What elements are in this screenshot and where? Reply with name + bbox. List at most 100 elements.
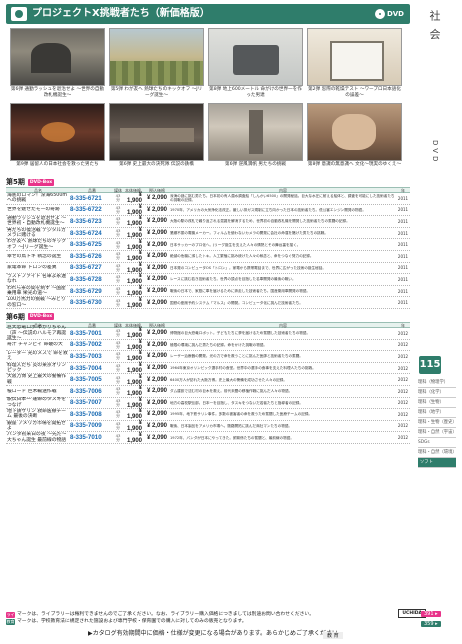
tax-price: ¥ 2,090 <box>146 264 167 271</box>
release-year: 2012 <box>397 435 409 441</box>
photo-caption: 第2弾 窓際の乾燥テスト ～ワープロ日本語化の誤差～ <box>308 87 401 98</box>
product-description: 地方の高校駅伝部。日本一を目指し、タスキをつないだ若者たちと指導者の記録。 <box>170 400 303 405</box>
base-price: ¥ 1,900 <box>126 396 142 409</box>
page-ref-b[interactable]: 359 ▸ <box>421 621 441 627</box>
product-code[interactable]: 8-335-6730 <box>70 299 114 306</box>
product-description: レースに挑む若き技術者たち。世界の頂点を目指した名車開発の最後の戦い。 <box>170 277 296 282</box>
base-price: ¥ 1,900 <box>126 373 142 386</box>
dvd-badge: DVD <box>374 8 404 20</box>
footnote-edu: 教育 マークは、学校教育法に規定された施設および専門学校・保育園での購入に対しての… <box>6 618 247 625</box>
tax-price: ¥ 2,090 <box>146 276 167 283</box>
base-price: ¥ 1,900 <box>126 273 142 286</box>
product-code[interactable]: 8-335-7009 <box>70 422 114 429</box>
photo-caption: 第8弾 地上600メートル 命がけの世界一を作った男達 <box>209 87 302 98</box>
product-code[interactable]: 8-335-7008 <box>70 411 114 418</box>
product-code[interactable]: 8-335-6723 <box>70 218 114 225</box>
release-year: 2011 <box>397 218 409 224</box>
media-info: 43分 <box>115 409 121 419</box>
side-nav-item[interactable]: 理科・生物（歴史） <box>418 418 457 428</box>
side-nav: 理科（物理学） 理科（化学） 理科（生物） 理科（地学） 理科・生物（歴史） 理科・自然（… <box>418 378 457 468</box>
tax-price: ¥ 2,090 <box>146 288 167 295</box>
product-code[interactable]: 8-335-6728 <box>70 276 114 283</box>
media-info: 43分 <box>115 432 121 442</box>
product-title: われら茶の間を制す ～国産乗用車 栄光の道～ <box>7 285 66 297</box>
product-title: 通勤ラッシュを退治せよ ～世界初・自動改札機誕生～ <box>7 216 67 227</box>
product-code[interactable]: 8-335-7007 <box>70 399 114 406</box>
side-nav-item[interactable]: 理科・自然（環境） <box>418 448 457 458</box>
product-code[interactable]: 8-335-7002 <box>70 341 114 348</box>
tax-price: ¥ 2,090 <box>146 230 167 237</box>
product-description: 極限の環境に挑んだ男たちの記録。命をかけた挑戦の物語。 <box>170 342 268 347</box>
table-row: レーダー 光のメスで 命を救え 8-335-7003 43分 ¥ 1,900 ¥ 2,0… <box>6 350 410 363</box>
tax-price: ¥ 2,090 <box>146 365 167 372</box>
table-row: 100万馬力の挑戦 ～みどりの窓口～ 8-335-6730 43分 ¥ 1,900 ¥ … <box>6 297 410 309</box>
side-nav-item[interactable]: 理科・自然（宇宙） <box>418 428 457 438</box>
episode-photo <box>208 103 303 161</box>
side-nav-item[interactable]: SDGs <box>418 438 456 448</box>
product-description: レーザー治療器の開発。光の力で命を救うことに挑んだ医師と技術者たちの奮闘。 <box>170 354 303 359</box>
product-code[interactable]: 8-335-6721 <box>70 195 114 202</box>
product-description: 日本発のコンピュータOS「トロン」。家電から携帯電話まで、世界に広がった技術の誕… <box>170 265 326 270</box>
product-title: 海底のロマン！深海6500m への挑戦 <box>7 192 68 204</box>
product-code[interactable]: 8-335-7010 <box>70 434 114 441</box>
tax-price: ¥ 2,090 <box>146 434 167 441</box>
edu-badge: 教育 <box>6 618 15 625</box>
table-row: 幸せの鳥トキ 執念の誕生 8-335-6726 43分 ¥ 1,900 ¥ 2,090 絶… <box>6 250 410 263</box>
page-category: 教 育 <box>323 632 343 639</box>
season-heading: 第5期 DVD-Box <box>6 178 55 186</box>
side-nav-item[interactable]: 理科（地学） <box>418 408 456 418</box>
release-year: 2012 <box>397 400 409 406</box>
media-info: 43分 <box>115 351 121 361</box>
product-code[interactable]: 8-335-6725 <box>70 241 114 248</box>
page-ref-a[interactable]: 391 ▸ <box>421 611 441 617</box>
product-code[interactable]: 8-335-6722 <box>70 206 114 213</box>
product-code[interactable]: 8-335-6724 <box>70 230 114 237</box>
product-code[interactable]: 8-335-7006 <box>70 388 114 395</box>
side-nav-item[interactable]: 理科（物理学） <box>418 378 456 388</box>
tax-price: ¥ 2,090 <box>146 206 167 213</box>
side-nav-item[interactable]: 理科（化学） <box>418 388 456 398</box>
projectx-logo-icon <box>11 7 27 21</box>
media-info: 43分 <box>115 251 121 261</box>
table-row: わが友へ 熱球たちのキックオフ ～Jリーグ誕生～ 8-335-6725 43分 ¥ 1… <box>6 239 410 251</box>
release-year: 2011 <box>397 300 409 306</box>
product-code[interactable]: 8-335-7004 <box>70 365 114 372</box>
table-row: 桜ロード 巨木輸送作戦 8-335-7006 43分 ¥ 1,900 ¥ 2,090 ダム… <box>6 385 410 398</box>
product-description: 国鉄の座席予約システム「マルス」の開発。コンピュータ化に挑んだ技術者たち。 <box>170 300 303 305</box>
product-code[interactable]: 8-335-7001 <box>70 330 114 337</box>
product-code[interactable]: 8-335-6729 <box>70 288 114 295</box>
table-row: 奇汁 チャンピイ 命破の大 8-335-7002 43分 ¥ 1,900 ¥ 2,090… <box>6 338 410 352</box>
base-price: ¥ 1,900 <box>126 338 142 351</box>
product-tables: 第5期 DVD-Box 品名 品番 媒体 本体価格 税込価格 内容年海底のロマン！深海6500… <box>6 177 410 444</box>
photo-caption: 第9弾 居留人の日本社会を救った男たち <box>16 162 99 167</box>
base-price: ¥ 1,900 <box>126 261 142 274</box>
episode-photo <box>208 28 303 86</box>
table-row: 通勤ラッシュを退治せよ ～世界初・自動改札機誕生～ 8-335-6723 43分 ¥ … <box>6 215 410 228</box>
product-title: 地下鉄サリン 救命医療チーム 最後の決断 <box>7 408 67 420</box>
product-description: 1972年、パンダが日本にやってきた。飼育係たちの奮闘と、最前線の物語。 <box>170 435 294 440</box>
release-year: 2012 <box>397 342 409 348</box>
product-code[interactable]: 8-335-7005 <box>70 376 114 383</box>
tax-price: ¥ 2,090 <box>146 422 167 429</box>
product-title: 銀座 アメリカ市場を開拓せよ <box>7 420 66 431</box>
tax-price: ¥ 2,090 <box>146 388 167 395</box>
product-title: わが友へ 熱球たちのキックオフ ～Jリーグ誕生～ <box>7 239 67 250</box>
side-nav-item[interactable]: 理科（生物） <box>418 398 456 408</box>
episode-photo <box>307 28 402 86</box>
product-code[interactable]: 8-335-7003 <box>70 353 114 360</box>
photo-card: 第2弾 窓際の乾燥テスト ～ワープロ日本語化の誤差～ <box>307 28 402 99</box>
product-title: 巨大恐竜ロボ ゆかりちゃん（声 ～伝説のハルモア再誕誕生～ <box>7 325 67 341</box>
release-year: 2012 <box>397 353 409 359</box>
table-row: 家電革命 トロンの差異 8-335-6727 43分 ¥ 1,900 ¥ 2,090 日本… <box>6 261 410 275</box>
section-title: プロジェクトX挑戦者たち（新価格版） <box>32 8 210 19</box>
base-price: ¥ 1,900 <box>126 285 142 298</box>
product-code[interactable]: 8-335-6726 <box>70 253 114 260</box>
product-title: 大阪万博 史上最大の警備作戦 <box>7 374 67 385</box>
side-nav-item[interactable]: ソフト <box>418 458 456 468</box>
side-category: 社 会 <box>428 10 441 42</box>
release-year: 2012 <box>397 388 409 394</box>
base-price: ¥ 1,900 <box>126 215 142 228</box>
tax-price: ¥ 2,090 <box>146 411 167 418</box>
product-code[interactable]: 8-335-6727 <box>70 264 114 271</box>
footnote-live: ライブマークは、ライブラリーは権利できませんのでご了承ください。なお、ライブラリ… <box>6 611 315 623</box>
